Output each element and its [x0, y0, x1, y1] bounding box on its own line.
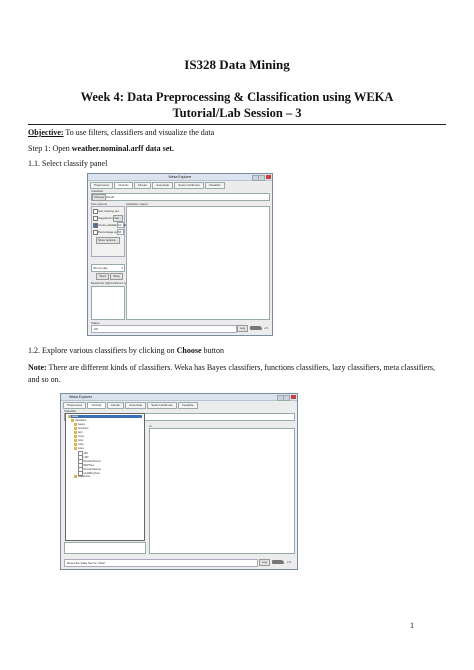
start-button[interactable]: Start — [96, 273, 109, 280]
status-bar: OK — [91, 325, 237, 333]
week-heading: Week 4: Data Preprocessing & Classificat… — [80, 90, 394, 104]
more-options-button[interactable]: More options... — [96, 237, 120, 244]
status-bar: Reset the Data Set for "data" — [64, 559, 258, 567]
tab-cluster[interactable]: Cluster — [133, 182, 152, 189]
choose-word: Choose — [176, 346, 202, 355]
note-text: There are different kinds of classifiers… — [28, 363, 435, 384]
tree-node-rules[interactable]: rules — [74, 443, 84, 446]
objective-line: Objective: To use filters, classifiers a… — [28, 127, 214, 139]
weka-explorer-window-1: Weka Explorer Preprocess Classify Cluste… — [87, 173, 273, 336]
folder-icon — [74, 475, 77, 478]
stop-button[interactable]: Stop — [110, 273, 123, 280]
x0-label: x 0 — [264, 326, 269, 330]
folder-icon — [71, 419, 74, 422]
close-icon[interactable] — [266, 175, 271, 179]
window-title: Weka Explorer — [168, 175, 192, 179]
tab-select-attributes[interactable]: Select attributes — [174, 182, 204, 189]
tree-node-functions[interactable]: functions — [74, 427, 88, 430]
page-number: 1 — [410, 621, 414, 630]
step1-line: Step 1: Open weather.nominal.arff data s… — [28, 143, 174, 155]
x0-label: x 0 — [287, 560, 292, 564]
tree-node-bayes[interactable]: bayes — [74, 423, 85, 426]
tree-node-meta[interactable]: meta — [74, 435, 84, 438]
classifier-output-area[interactable] — [149, 428, 295, 554]
tree-node-root[interactable]: weka — [68, 415, 142, 418]
percentage-input[interactable]: 66 — [117, 229, 124, 235]
objective-text: To use filters, classifiers and visualiz… — [63, 128, 215, 137]
class-select-value: (Nom) play — [93, 266, 108, 270]
tab-preprocess[interactable]: Preprocess — [63, 402, 87, 409]
title-bar: Weka Explorer — [61, 394, 297, 401]
tab-visualize[interactable]: Visualize — [177, 402, 198, 409]
folder-icon — [74, 447, 77, 450]
document-title: IS328 Data Mining — [184, 57, 290, 72]
use-training-set-label: Use training set — [98, 209, 119, 213]
class-select[interactable]: (Nom) play ▾ — [91, 264, 125, 272]
step-1-2: 1.2. Explore various classifiers by clic… — [28, 345, 224, 357]
folder-icon — [74, 423, 77, 426]
log-button[interactable]: Log — [259, 559, 270, 566]
set-button[interactable]: Set... — [113, 215, 123, 222]
folder-icon — [74, 443, 77, 446]
chevron-down-icon: ▾ — [121, 266, 123, 270]
maximize-icon[interactable] — [283, 395, 290, 401]
close-icon[interactable] — [291, 395, 296, 399]
tree-node-misc[interactable]: misc — [74, 439, 83, 442]
weka-bird-icon — [272, 560, 284, 564]
step1-dataset: weather.nominal.arff data set. — [71, 144, 174, 153]
step-1-2-suffix: button — [201, 346, 224, 355]
classifier-output-area[interactable] — [126, 206, 270, 320]
status-value: Reset the Data Set for "data" — [67, 561, 106, 565]
weka-explorer-window-2: Weka Explorer Preprocess Classify Cluste… — [60, 393, 298, 570]
tab-bar: Preprocess Classify Cluster Associate Se… — [90, 182, 226, 189]
tab-preprocess[interactable]: Preprocess — [90, 182, 114, 189]
folder-icon — [68, 415, 71, 418]
tab-select-attributes[interactable]: Select attributes — [147, 402, 177, 409]
tab-classify[interactable]: Classify — [87, 402, 106, 409]
choose-button[interactable]: Choose — [92, 194, 106, 201]
objective-label: Objective: — [28, 128, 64, 137]
result-list[interactable] — [64, 542, 146, 554]
note-paragraph: Note: There are different kinds of class… — [28, 362, 448, 386]
step-1-1: 1.1. Select classify panel — [28, 159, 108, 168]
folder-icon — [74, 439, 77, 442]
folder-icon — [74, 431, 77, 434]
step-1-2-prefix: 1.2. Explore various classifiers by clic… — [28, 346, 177, 355]
tree-node-lazy[interactable]: lazy — [74, 431, 83, 434]
tree-node-classifiers[interactable]: classifiers — [71, 419, 86, 422]
folder-icon — [74, 435, 77, 438]
session-heading: Tutorial/Lab Session – 3 — [172, 106, 302, 120]
classifier-value: ZeroR — [106, 195, 115, 199]
note-label: Note: — [28, 363, 47, 372]
maximize-icon[interactable] — [258, 175, 265, 181]
result-list[interactable] — [91, 286, 125, 320]
tab-bar: Preprocess Classify Cluster Associate Se… — [63, 402, 199, 409]
status-value: OK — [94, 327, 99, 331]
tab-classify[interactable]: Classify — [114, 182, 133, 189]
tab-visualize[interactable]: Visualize — [204, 182, 225, 189]
tab-associate[interactable]: Associate — [152, 182, 174, 189]
classifier-field — [91, 193, 270, 201]
step1-prefix: Step 1: Open — [28, 144, 72, 153]
divider — [28, 124, 446, 125]
title-bar: Weka Explorer — [88, 174, 272, 181]
weka-bird-icon — [250, 326, 262, 330]
tree-node-extra[interactable]: rules/extra — [74, 475, 90, 478]
folds-input[interactable]: 10 — [117, 222, 124, 228]
window-title: Weka Explorer — [69, 395, 92, 399]
tree-node-trees[interactable]: trees — [74, 447, 84, 450]
classifier-chooser-popup: weka classifiers bayes functions lazy me… — [65, 413, 145, 541]
tab-cluster[interactable]: Cluster — [106, 402, 125, 409]
tab-associate[interactable]: Associate — [125, 402, 147, 409]
folder-icon — [74, 427, 77, 430]
log-button[interactable]: Log — [237, 325, 248, 332]
